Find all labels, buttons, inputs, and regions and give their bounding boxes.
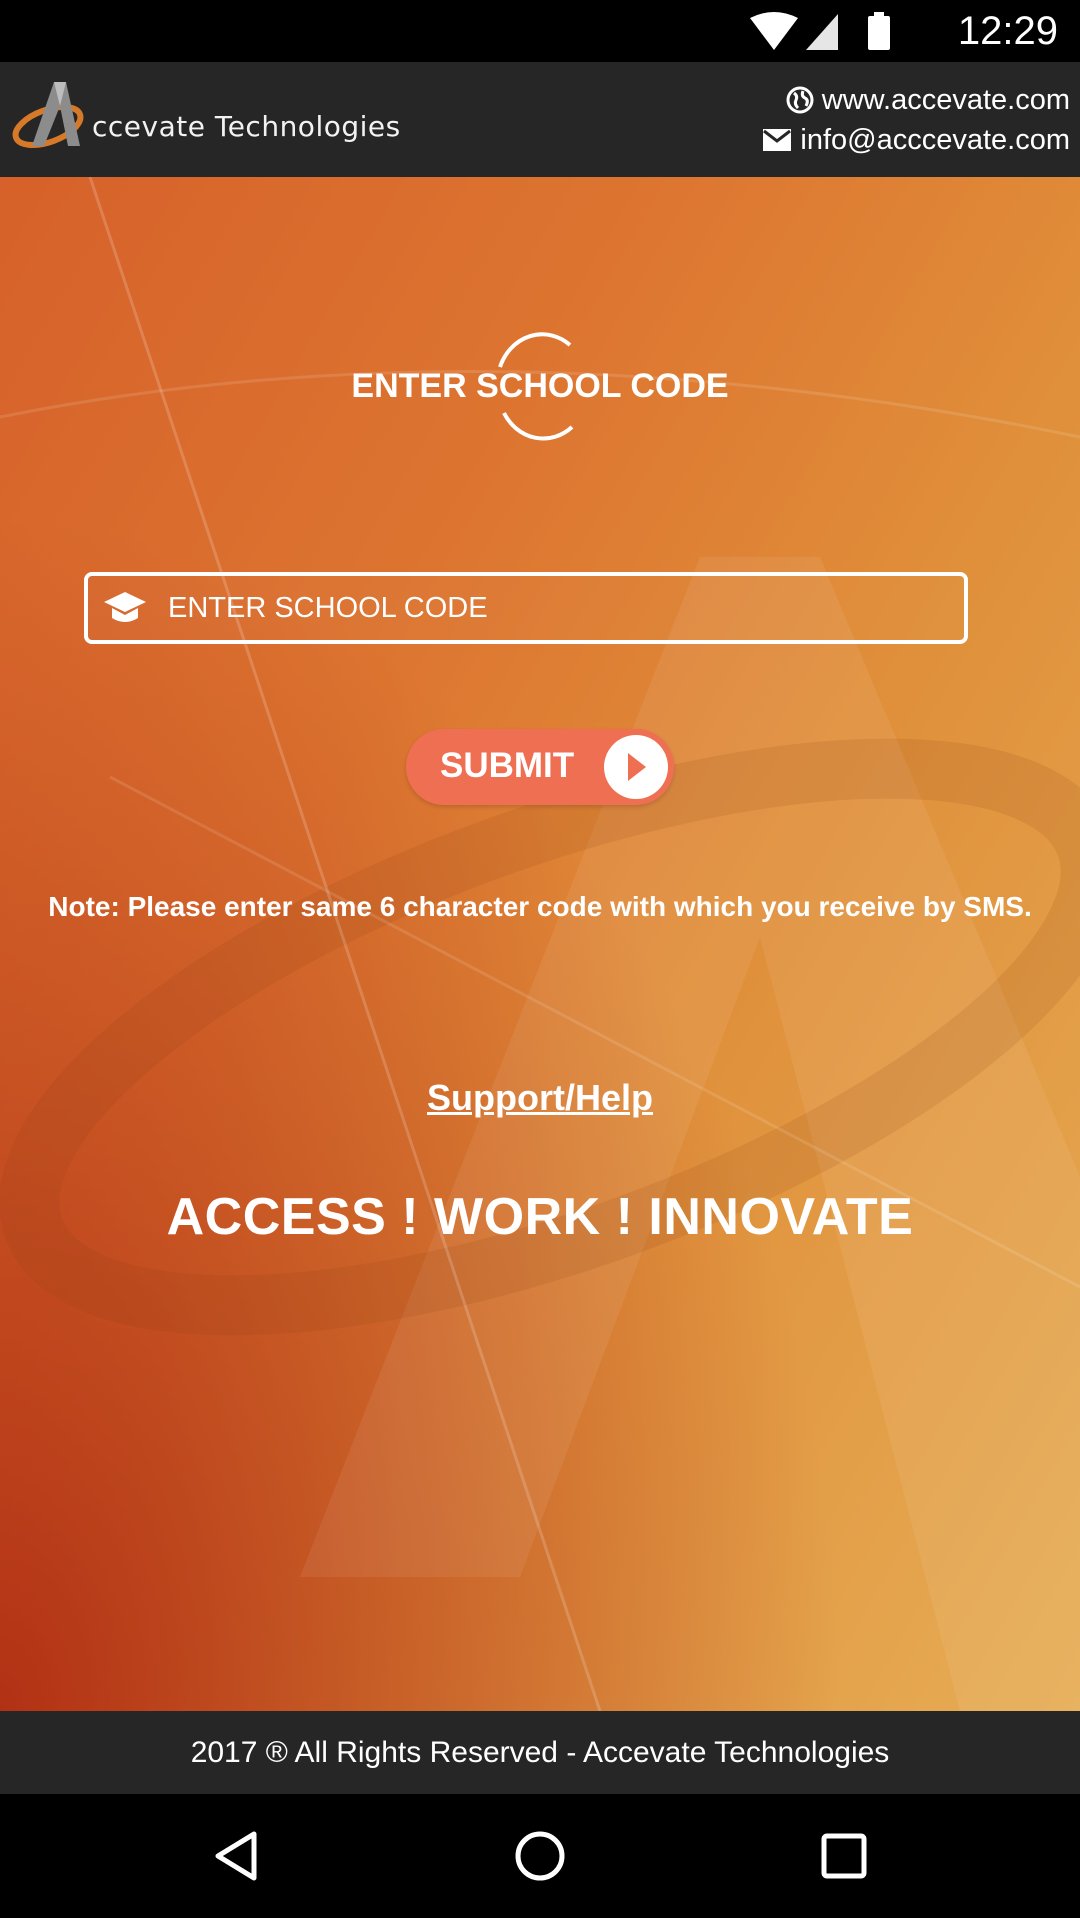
email-row[interactable]: info@acccevate.com	[762, 120, 1070, 160]
school-code-field[interactable]	[84, 572, 968, 644]
status-bar: 12:29	[0, 0, 1080, 62]
back-icon[interactable]	[206, 1826, 266, 1886]
wifi-icon	[750, 12, 798, 50]
brand-name: ccevate Technologies	[92, 110, 401, 143]
app-header: ccevate Technologies www.accevate.com in…	[0, 62, 1080, 177]
status-time: 12:29	[957, 9, 1058, 53]
play-arrow-icon	[604, 735, 668, 799]
globe-icon	[786, 86, 814, 114]
website-link[interactable]: www.accevate.com	[822, 80, 1070, 120]
email-link[interactable]: info@acccevate.com	[800, 120, 1070, 160]
home-icon[interactable]	[510, 1826, 570, 1886]
recents-icon[interactable]	[814, 1826, 874, 1886]
tagline: ACCESS ! WORK ! INNOVATE	[166, 1188, 914, 1246]
website-row[interactable]: www.accevate.com	[762, 80, 1070, 120]
submit-label: SUBMIT	[440, 746, 575, 785]
accevate-logo	[12, 82, 84, 149]
help-container: Support/Help	[0, 1077, 1080, 1119]
footer: 2017 ® All Rights Reserved - Accevate Te…	[0, 1711, 1080, 1794]
footer-copyright: 2017 ® All Rights Reserved - Accevate Te…	[190, 1736, 890, 1769]
graduation-cap-icon	[104, 592, 146, 622]
school-code-input[interactable]	[166, 590, 930, 626]
page-title: ENTER SCHOOL CODE	[351, 367, 729, 405]
mail-icon	[763, 129, 792, 151]
support-help-link[interactable]: Support/Help	[427, 1077, 653, 1118]
status-icons	[750, 12, 910, 52]
signal-icon	[806, 14, 838, 50]
code-note: Note: Please enter same 6 character code…	[48, 891, 1032, 922]
battery-icon	[868, 12, 890, 50]
main-content: ENTER SCHOOL CODE SUBMIT Note: Please en…	[0, 177, 1080, 1711]
submit-button[interactable]: SUBMIT	[406, 729, 674, 805]
contact-info: www.accevate.com info@acccevate.com	[762, 80, 1070, 160]
navigation-bar	[0, 1794, 1080, 1918]
